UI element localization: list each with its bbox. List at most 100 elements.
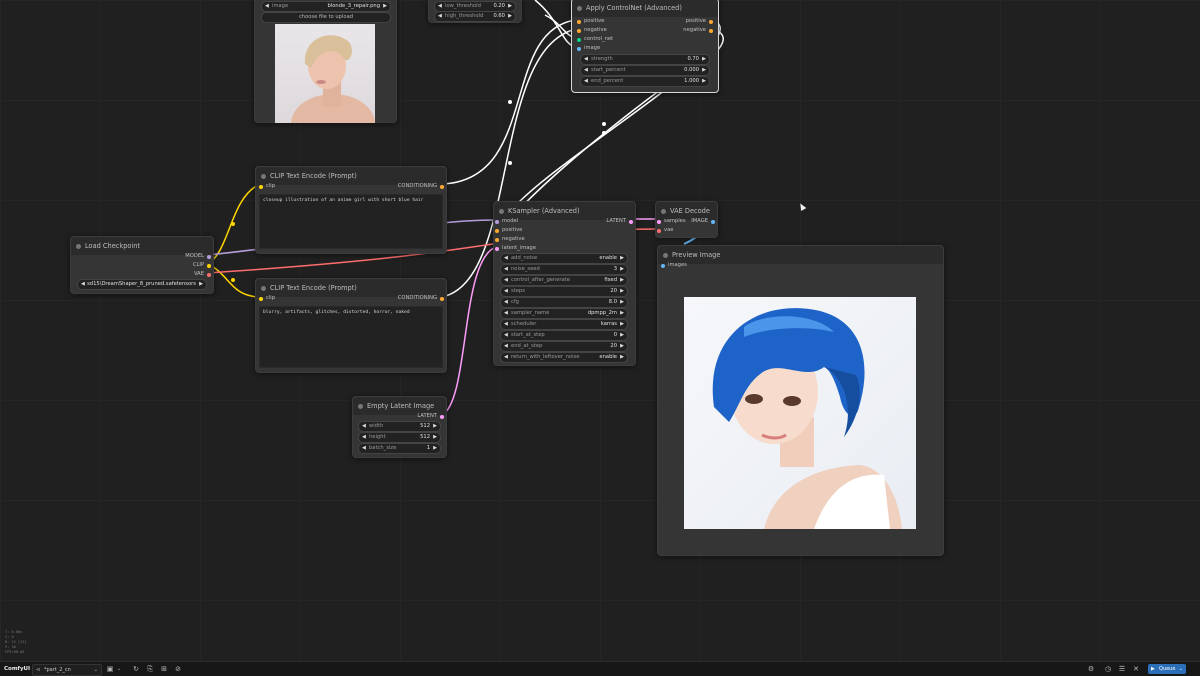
input-clip[interactable]: clip bbox=[258, 182, 275, 190]
input-images[interactable]: images bbox=[660, 261, 687, 269]
collapse-dot-icon[interactable] bbox=[261, 173, 266, 179]
ksampler-widget[interactable]: ◀ start_at_step 0 ▶ bbox=[500, 330, 628, 341]
arrow-left-icon[interactable]: ◀ bbox=[584, 55, 588, 64]
history-icon[interactable]: ◷ bbox=[1104, 665, 1112, 673]
load-checkpoint-node[interactable]: Load Checkpoint MODEL CLIP VAE ◀ sd15\Dr… bbox=[70, 236, 214, 294]
input-control-net[interactable]: control_net bbox=[576, 35, 613, 43]
input-clip[interactable]: clip bbox=[258, 294, 275, 302]
image-select[interactable]: ◀ image blonde_3_repair.png ▶ bbox=[261, 1, 391, 12]
arrow-right-icon[interactable]: ▶ bbox=[702, 66, 706, 75]
arrow-right-icon[interactable]: ▶ bbox=[508, 12, 512, 21]
arrow-right-icon[interactable]: ▶ bbox=[433, 444, 437, 453]
input-negative[interactable]: negative bbox=[576, 26, 607, 34]
arrow-right-icon[interactable]: ▶ bbox=[620, 287, 624, 296]
arrow-left-icon[interactable]: ◀ bbox=[504, 309, 508, 318]
arrow-right-icon[interactable]: ▶ bbox=[508, 2, 512, 11]
node-title[interactable]: Apply ControlNet (Advanced) bbox=[572, 0, 718, 17]
arrow-left-icon[interactable]: ◀ bbox=[265, 2, 269, 11]
list-icon[interactable]: ☰ bbox=[1118, 665, 1126, 673]
arrow-left-icon[interactable]: ◀ bbox=[504, 265, 508, 274]
save-icon[interactable]: ▣ bbox=[106, 665, 114, 673]
input-model[interactable]: model bbox=[494, 217, 518, 225]
ksampler-widget[interactable]: ◀ noise_seed 3 ▶ bbox=[500, 264, 628, 275]
ksampler-widget[interactable]: ◀ control_after_generate fixed ▶ bbox=[500, 275, 628, 286]
arrow-left-icon[interactable]: ◀ bbox=[504, 320, 508, 329]
height-widget[interactable]: ◀ height 512 ▶ bbox=[358, 432, 441, 443]
arrow-left-icon[interactable]: ◀ bbox=[584, 77, 588, 86]
ksampler-widget[interactable]: ◀ add_noise enable ▶ bbox=[500, 253, 628, 264]
clip-text-encode-negative[interactable]: CLIP Text Encode (Prompt) clip CONDITION… bbox=[255, 278, 447, 373]
input-negative[interactable]: negative bbox=[494, 235, 525, 243]
arrow-left-icon[interactable]: ◀ bbox=[504, 342, 508, 351]
arrow-right-icon[interactable]: ▶ bbox=[433, 422, 437, 431]
workflow-tab[interactable]: ⊲ *part_2_cn ⌄ bbox=[32, 664, 102, 676]
clip-text-encode-positive[interactable]: CLIP Text Encode (Prompt) clip CONDITION… bbox=[255, 166, 447, 254]
arrow-left-icon[interactable]: ◀ bbox=[504, 276, 508, 285]
arrow-right-icon[interactable]: ▶ bbox=[620, 276, 624, 285]
ksampler-widget[interactable]: ◀ cfg 8.0 ▶ bbox=[500, 297, 628, 308]
collapse-dot-icon[interactable] bbox=[261, 285, 266, 291]
canny-node[interactable]: ◀ low_threshold 0.20 ▶ ◀ high_threshold … bbox=[428, 0, 522, 23]
input-latent-image[interactable]: latent_image bbox=[494, 244, 536, 252]
ksampler-widget[interactable]: ◀ end_at_step 20 ▶ bbox=[500, 341, 628, 352]
arrow-right-icon[interactable]: ▶ bbox=[702, 55, 706, 64]
high-threshold-widget[interactable]: ◀ high_threshold 0.60 ▶ bbox=[434, 11, 516, 22]
empty-latent-image-node[interactable]: Empty Latent Image LATENT ◀ width 512 ▶ ◀ he… bbox=[352, 396, 447, 458]
clipboard-icon[interactable]: ⎘ bbox=[146, 665, 154, 673]
collapse-dot-icon[interactable] bbox=[76, 243, 81, 249]
output-image[interactable]: IMAGE bbox=[691, 217, 716, 225]
collapse-dot-icon[interactable] bbox=[663, 252, 668, 258]
input-samples[interactable]: samples bbox=[656, 217, 686, 225]
collapse-dot-icon[interactable] bbox=[499, 208, 504, 214]
output-vae[interactable]: VAE bbox=[194, 270, 212, 278]
preview-image-node[interactable]: Preview Image images bbox=[657, 245, 944, 556]
output-preview-image[interactable] bbox=[684, 297, 916, 529]
arrow-right-icon[interactable]: ▶ bbox=[433, 433, 437, 442]
arrow-left-icon[interactable]: ◀ bbox=[438, 2, 442, 11]
upload-button[interactable]: choose file to upload bbox=[261, 12, 391, 23]
ckpt-name-select[interactable]: ◀ sd15\DreamShaper_8_pruned.safetensors … bbox=[77, 279, 207, 290]
arrow-left-icon[interactable]: ◀ bbox=[362, 422, 366, 431]
arrow-left-icon[interactable]: ◀ bbox=[81, 280, 85, 289]
output-latent[interactable]: LATENT bbox=[417, 412, 445, 420]
queue-button[interactable]: ▶ Queue ⌄ bbox=[1148, 664, 1186, 674]
end-percent-widget[interactable]: ◀ end_percent 1.000 ▶ bbox=[580, 76, 710, 87]
output-positive[interactable]: positive bbox=[686, 17, 714, 25]
output-clip[interactable]: CLIP bbox=[193, 261, 212, 269]
negative-prompt-textarea[interactable]: blurry, artifacts, glitches, distorted, … bbox=[259, 306, 443, 368]
grid-icon[interactable]: ⊞ bbox=[160, 665, 168, 673]
ksampler-advanced-node[interactable]: KSampler (Advanced) model positive negat… bbox=[493, 201, 636, 366]
ksampler-widget[interactable]: ◀ scheduler karras ▶ bbox=[500, 319, 628, 330]
start-percent-widget[interactable]: ◀ start_percent 0.000 ▶ bbox=[580, 65, 710, 76]
arrow-right-icon[interactable]: ▶ bbox=[199, 280, 203, 289]
load-image-node[interactable]: ◀ image blonde_3_repair.png ▶ choose fil… bbox=[254, 0, 397, 123]
vae-decode-node[interactable]: VAE Decode samples vae IMAGE bbox=[655, 201, 718, 238]
arrow-right-icon[interactable]: ▶ bbox=[620, 298, 624, 307]
collapse-dot-icon[interactable] bbox=[577, 5, 582, 11]
ksampler-widget[interactable]: ◀ return_with_leftover_noise enable ▶ bbox=[500, 352, 628, 363]
apply-controlnet-node[interactable]: Apply ControlNet (Advanced) positive neg… bbox=[571, 0, 719, 93]
arrow-left-icon[interactable]: ◀ bbox=[504, 331, 508, 340]
arrow-left-icon[interactable]: ◀ bbox=[504, 254, 508, 263]
node-title[interactable]: Preview Image bbox=[658, 246, 943, 264]
arrow-right-icon[interactable]: ▶ bbox=[620, 342, 624, 351]
input-positive[interactable]: positive bbox=[576, 17, 604, 25]
graph-canvas[interactable]: ◀ image blonde_3_repair.png ▶ choose fil… bbox=[0, 0, 1200, 661]
arrow-left-icon[interactable]: ◀ bbox=[504, 353, 508, 362]
arrow-right-icon[interactable]: ▶ bbox=[383, 2, 387, 11]
arrow-right-icon[interactable]: ▶ bbox=[620, 320, 624, 329]
output-conditioning[interactable]: CONDITIONING bbox=[398, 182, 445, 190]
arrow-right-icon[interactable]: ▶ bbox=[702, 77, 706, 86]
arrow-right-icon[interactable]: ▶ bbox=[620, 254, 624, 263]
ksampler-widget[interactable]: ◀ sampler_name dpmpp_2m ▶ bbox=[500, 308, 628, 319]
width-widget[interactable]: ◀ width 512 ▶ bbox=[358, 421, 441, 432]
gear-icon[interactable]: ⚙ bbox=[1087, 665, 1095, 673]
input-vae[interactable]: vae bbox=[656, 226, 673, 234]
arrow-right-icon[interactable]: ▶ bbox=[620, 265, 624, 274]
output-negative[interactable]: negative bbox=[683, 26, 714, 34]
strength-widget[interactable]: ◀ strength 0.70 ▶ bbox=[580, 54, 710, 65]
output-conditioning[interactable]: CONDITIONING bbox=[398, 294, 445, 302]
chevron-down-icon[interactable]: ⌄ bbox=[94, 665, 98, 675]
close-icon[interactable]: ✕ bbox=[1132, 665, 1140, 673]
collapse-dot-icon[interactable] bbox=[358, 403, 363, 409]
